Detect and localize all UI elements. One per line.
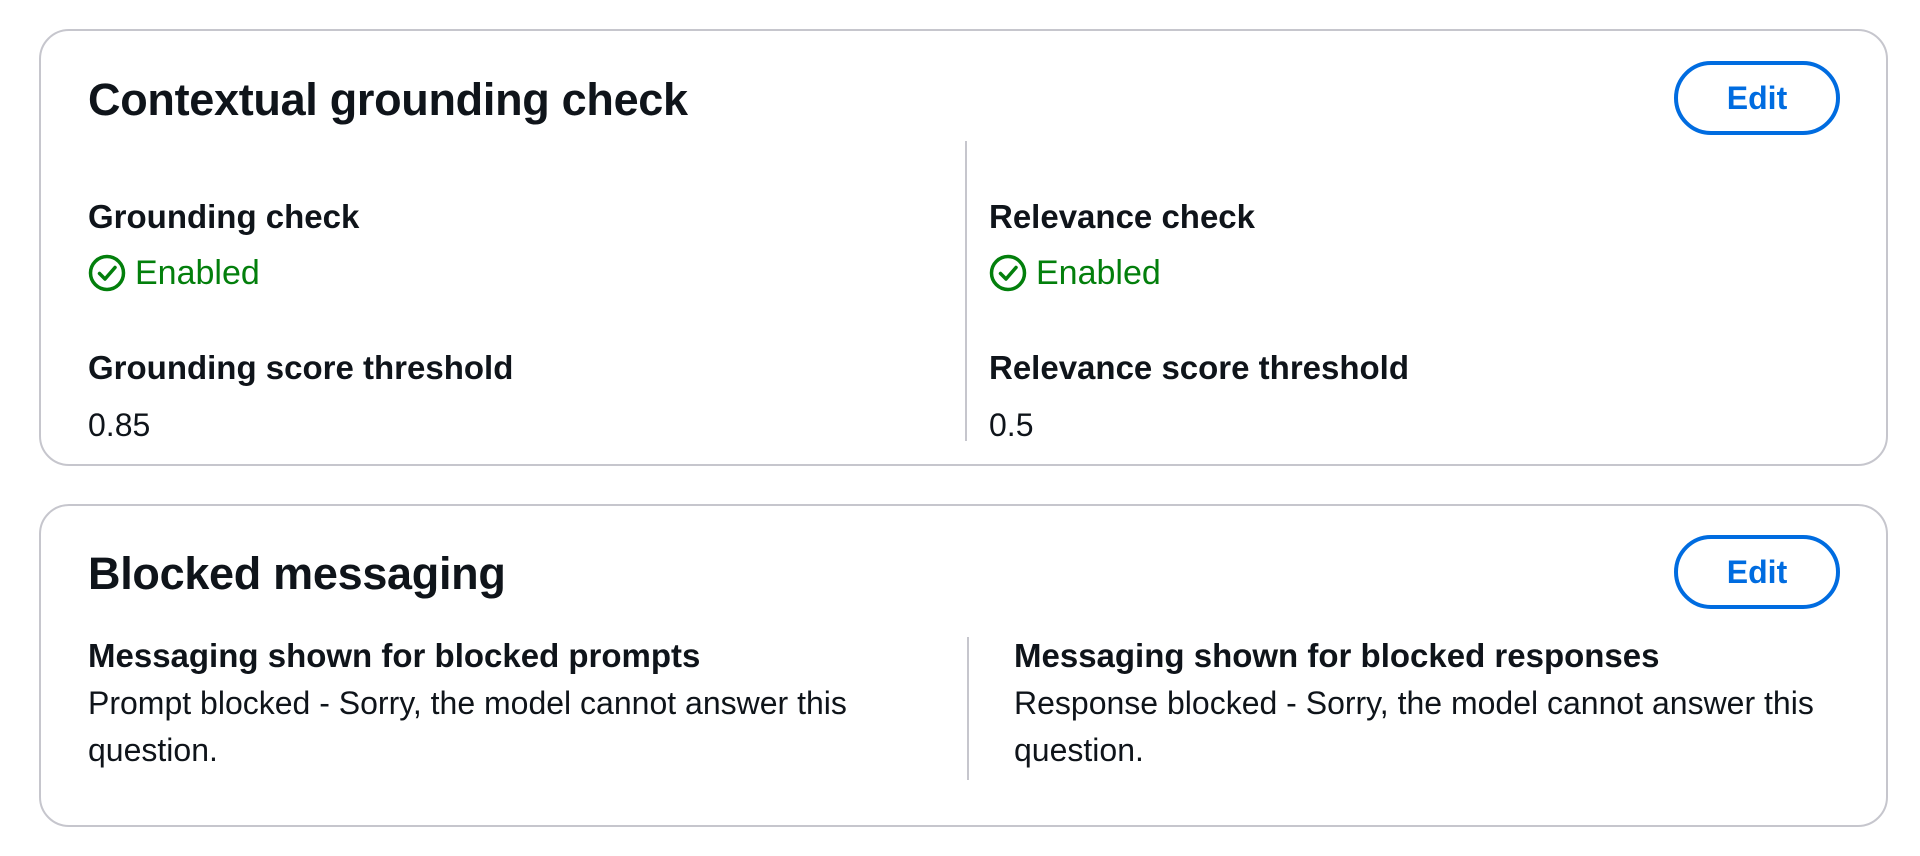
card-title: Blocked messaging	[88, 548, 506, 599]
relevance-threshold-label: Relevance score threshold	[989, 349, 1410, 386]
grounding-threshold-value: 0.85	[88, 407, 151, 443]
status-text: Enabled	[1036, 254, 1161, 292]
grounding-check-column: Grounding check Enabled Grounding score …	[88, 167, 948, 467]
relevance-threshold-value: 0.5	[989, 407, 1034, 443]
relevance-check-label: Relevance check	[989, 198, 1256, 235]
grounding-check-label: Grounding check	[88, 198, 360, 235]
check-circle-icon	[989, 254, 1027, 292]
relevance-check-column: Relevance check Enabled Relevance score …	[989, 167, 1849, 467]
edit-blocked-messaging-button[interactable]: Edit	[1674, 535, 1840, 609]
column-divider	[967, 637, 969, 780]
relevance-status: Enabled	[989, 253, 1161, 293]
grounding-status: Enabled	[88, 253, 260, 293]
blocked-responses-label: Messaging shown for blocked responses	[1014, 637, 1660, 674]
blocked-prompts-label: Messaging shown for blocked prompts	[88, 637, 701, 674]
blocked-prompts-column: Messaging shown for blocked prompts Prom…	[88, 636, 948, 796]
grounding-threshold-label: Grounding score threshold	[88, 349, 514, 386]
status-text: Enabled	[135, 254, 260, 292]
card-title: Contextual grounding check	[88, 74, 688, 125]
edit-grounding-button[interactable]: Edit	[1674, 61, 1840, 135]
column-divider	[965, 141, 967, 441]
contextual-grounding-card: Contextual grounding check Edit Groundin…	[39, 29, 1888, 466]
blocked-prompts-message: Prompt blocked - Sorry, the model cannot…	[88, 685, 847, 768]
blocked-messaging-card: Blocked messaging Edit Messaging shown f…	[39, 504, 1888, 827]
blocked-responses-message: Response blocked - Sorry, the model cann…	[1014, 685, 1814, 768]
check-circle-icon	[88, 254, 126, 292]
blocked-responses-column: Messaging shown for blocked responses Re…	[1014, 636, 1834, 796]
